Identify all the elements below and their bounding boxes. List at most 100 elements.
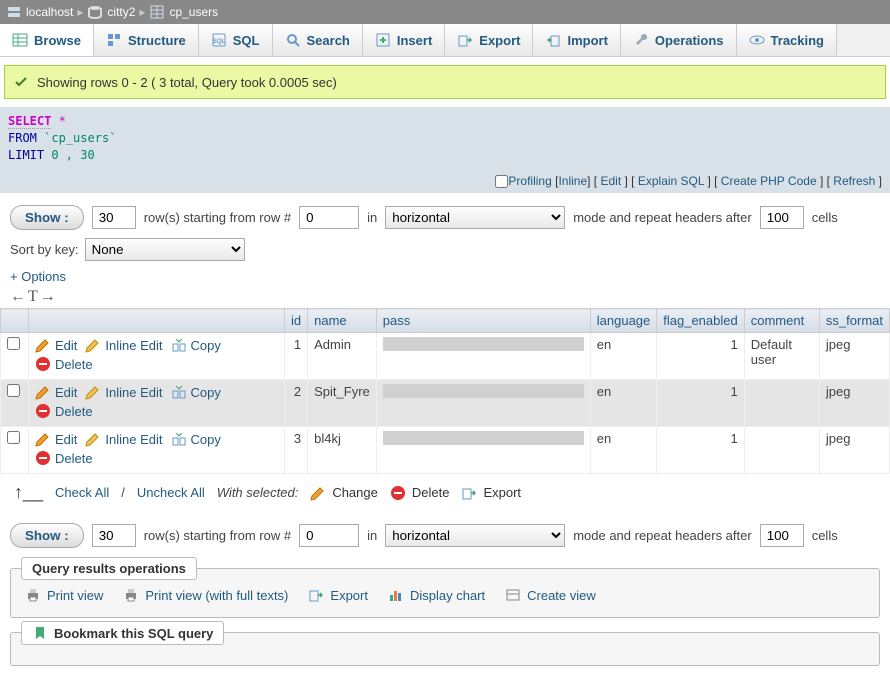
tab-insert[interactable]: Insert — [363, 24, 445, 56]
server-icon — [6, 4, 22, 20]
inline-edit-row[interactable]: Inline Edit — [85, 431, 162, 447]
col-language[interactable]: language — [590, 309, 657, 333]
edit-row[interactable]: Edit — [35, 337, 77, 353]
start-input[interactable] — [299, 524, 359, 547]
cell-name: Spit_Fyre — [308, 380, 377, 427]
row-checkbox[interactable] — [7, 431, 20, 444]
start-input[interactable] — [299, 206, 359, 229]
check-all[interactable]: Check All — [55, 485, 109, 500]
tab-export[interactable]: Export — [445, 24, 533, 56]
sql-icon: SQL — [211, 32, 227, 48]
edit-row[interactable]: Edit — [35, 384, 77, 400]
copy-row[interactable]: Copy — [171, 337, 221, 353]
options-toggle[interactable]: + Options — [0, 265, 890, 286]
tab-tracking[interactable]: Tracking — [737, 24, 837, 56]
tab-browse[interactable]: Browse — [0, 24, 94, 56]
breadcrumb: localhost ▸ citty2 ▸ cp_users — [0, 0, 890, 24]
bulk-actions: ↑__ Check All / Uncheck All With selecte… — [0, 474, 890, 511]
col-flag-enabled[interactable]: flag_enabled — [657, 309, 744, 333]
rows-input[interactable] — [92, 206, 136, 229]
display-chart[interactable]: Display chart — [388, 587, 485, 603]
export-link[interactable]: Export — [308, 587, 368, 603]
mode-select[interactable]: horizontal — [385, 524, 565, 547]
row-checkbox[interactable] — [7, 337, 20, 350]
edit-row[interactable]: Edit — [35, 431, 77, 447]
php-link[interactable]: Create PHP Code — [721, 174, 817, 188]
bulk-export[interactable]: Export — [461, 485, 521, 501]
pencil-icon — [85, 337, 101, 353]
results-operations: Query results operations Print view Prin… — [10, 568, 880, 618]
mode-select[interactable]: horizontal — [385, 206, 565, 229]
delete-icon — [390, 485, 406, 501]
tabs: Browse Structure SQLSQL Search Insert Ex… — [0, 24, 890, 57]
pencil-icon — [35, 384, 51, 400]
delete-row[interactable]: Delete — [35, 450, 93, 466]
copy-row[interactable]: Copy — [171, 384, 221, 400]
row-checkbox[interactable] — [7, 384, 20, 397]
cell-language: en — [590, 380, 657, 427]
table-icon — [12, 32, 28, 48]
breadcrumb-table[interactable]: cp_users — [149, 4, 218, 20]
export-icon — [461, 485, 477, 501]
delete-row[interactable]: Delete — [35, 356, 93, 372]
print-view[interactable]: Print view — [25, 587, 103, 603]
results-ops-legend: Query results operations — [21, 557, 197, 580]
check-icon — [13, 74, 29, 90]
inline-link[interactable]: Inline — [558, 174, 587, 188]
tab-search[interactable]: Search — [273, 24, 363, 56]
show-button[interactable]: Show : — [10, 523, 84, 548]
cell-comment — [744, 427, 819, 474]
breadcrumb-db[interactable]: citty2 — [87, 4, 135, 20]
inline-edit-row[interactable]: Inline Edit — [85, 384, 162, 400]
breadcrumb-host[interactable]: localhost — [6, 4, 73, 20]
delete-row[interactable]: Delete — [35, 403, 93, 419]
sort-by: Sort by key: None — [0, 236, 890, 265]
profiling-checkbox[interactable]: Profiling — [495, 174, 551, 188]
sql-display: SELECT * FROM `cp_users` LIMIT 0 , 30 Pr… — [0, 107, 890, 193]
show-button[interactable]: Show : — [10, 205, 84, 230]
edit-link[interactable]: Edit — [600, 174, 621, 188]
col-checkbox — [1, 309, 29, 333]
tab-import[interactable]: Import — [533, 24, 620, 56]
bulk-change[interactable]: Change — [310, 485, 378, 501]
explain-link[interactable]: Explain SQL — [638, 174, 704, 188]
col-id[interactable]: id — [285, 309, 308, 333]
inline-edit-row[interactable]: Inline Edit — [85, 337, 162, 353]
repeat-input[interactable] — [760, 524, 804, 547]
export-icon — [308, 587, 324, 603]
column-reorder[interactable]: ←T→ — [0, 286, 890, 308]
pencil-icon — [35, 337, 51, 353]
col-pass[interactable]: pass — [376, 309, 590, 333]
print-view-full[interactable]: Print view (with full texts) — [123, 587, 288, 603]
copy-icon — [171, 431, 187, 447]
table-row: EditInline EditCopyDelete2Spit_Fyreen1jp… — [1, 380, 890, 427]
sortby-select[interactable]: None — [85, 238, 245, 261]
bookmark-query: Bookmark this SQL query — [10, 632, 880, 666]
col-name[interactable]: name — [308, 309, 377, 333]
tab-structure[interactable]: Structure — [94, 24, 199, 56]
tab-operations[interactable]: Operations — [621, 24, 737, 56]
insert-icon — [375, 32, 391, 48]
bulk-delete[interactable]: Delete — [390, 485, 450, 501]
bookmark-icon — [32, 625, 48, 641]
create-view[interactable]: Create view — [505, 587, 596, 603]
col-comment[interactable]: comment — [744, 309, 819, 333]
pencil-icon — [35, 431, 51, 447]
cell-ss-format: jpeg — [819, 380, 889, 427]
uncheck-all[interactable]: Uncheck All — [137, 485, 205, 500]
refresh-link[interactable]: Refresh — [833, 174, 875, 188]
copy-row[interactable]: Copy — [171, 431, 221, 447]
pencil-icon — [310, 485, 326, 501]
view-icon — [505, 587, 521, 603]
svg-text:SQL: SQL — [213, 39, 226, 45]
cell-comment: Default user — [744, 333, 819, 380]
eye-icon — [749, 32, 765, 48]
arrow-up-icon: ↑__ — [14, 482, 43, 503]
cell-language: en — [590, 333, 657, 380]
import-icon — [545, 32, 561, 48]
repeat-input[interactable] — [760, 206, 804, 229]
tab-sql[interactable]: SQLSQL — [199, 24, 273, 56]
cell-flag-enabled: 1 — [657, 427, 744, 474]
col-ss-format[interactable]: ss_format — [819, 309, 889, 333]
rows-input[interactable] — [92, 524, 136, 547]
